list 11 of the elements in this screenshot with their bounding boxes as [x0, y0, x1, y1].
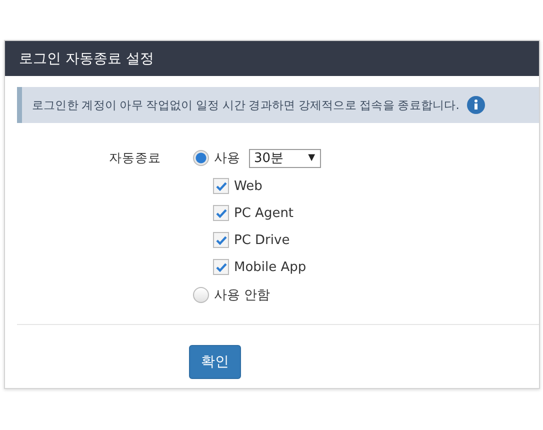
checkbox-label: Mobile App — [234, 260, 306, 274]
checkbox-label: PC Agent — [234, 206, 294, 220]
radio-label: 사용 — [214, 150, 240, 167]
time-dropdown[interactable]: 30분 ▼ — [249, 148, 321, 168]
radio-label: 사용 안함 — [214, 287, 270, 304]
info-text: 로그인한 계정이 아무 작업없이 일정 시간 경과하면 강제적으로 접속을 종료합니다. — [32, 98, 459, 112]
checkbox-label: PC Drive — [234, 232, 290, 248]
checkbox-label: Web — [234, 178, 262, 194]
confirm-button[interactable]: 확인 — [189, 345, 241, 379]
panel-title: 로그인 자동종료 설정 — [5, 41, 539, 76]
field-label: 자동종료 — [109, 149, 162, 167]
